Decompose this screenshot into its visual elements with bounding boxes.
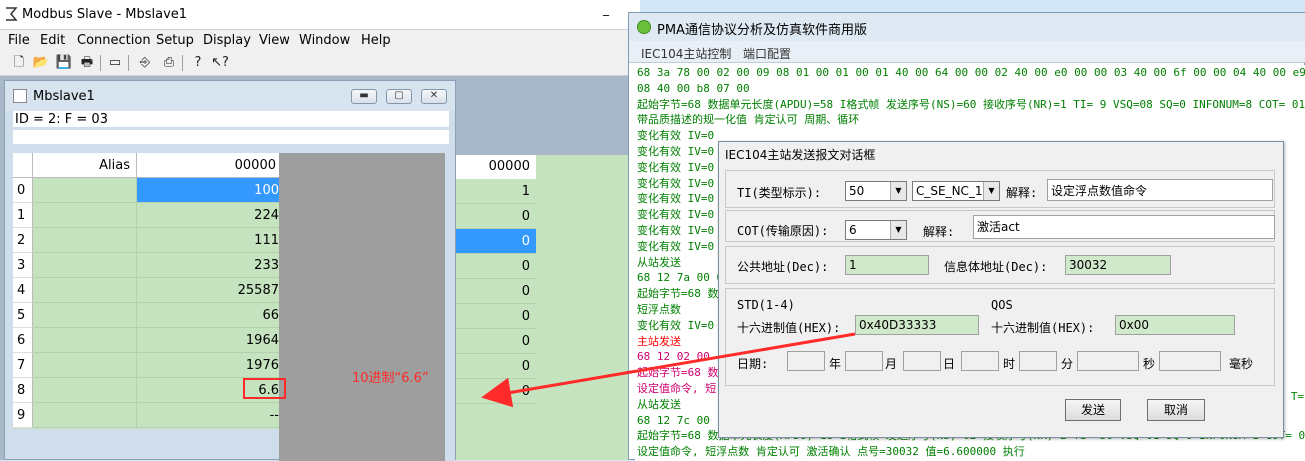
annotation-arrow (481, 332, 856, 408)
